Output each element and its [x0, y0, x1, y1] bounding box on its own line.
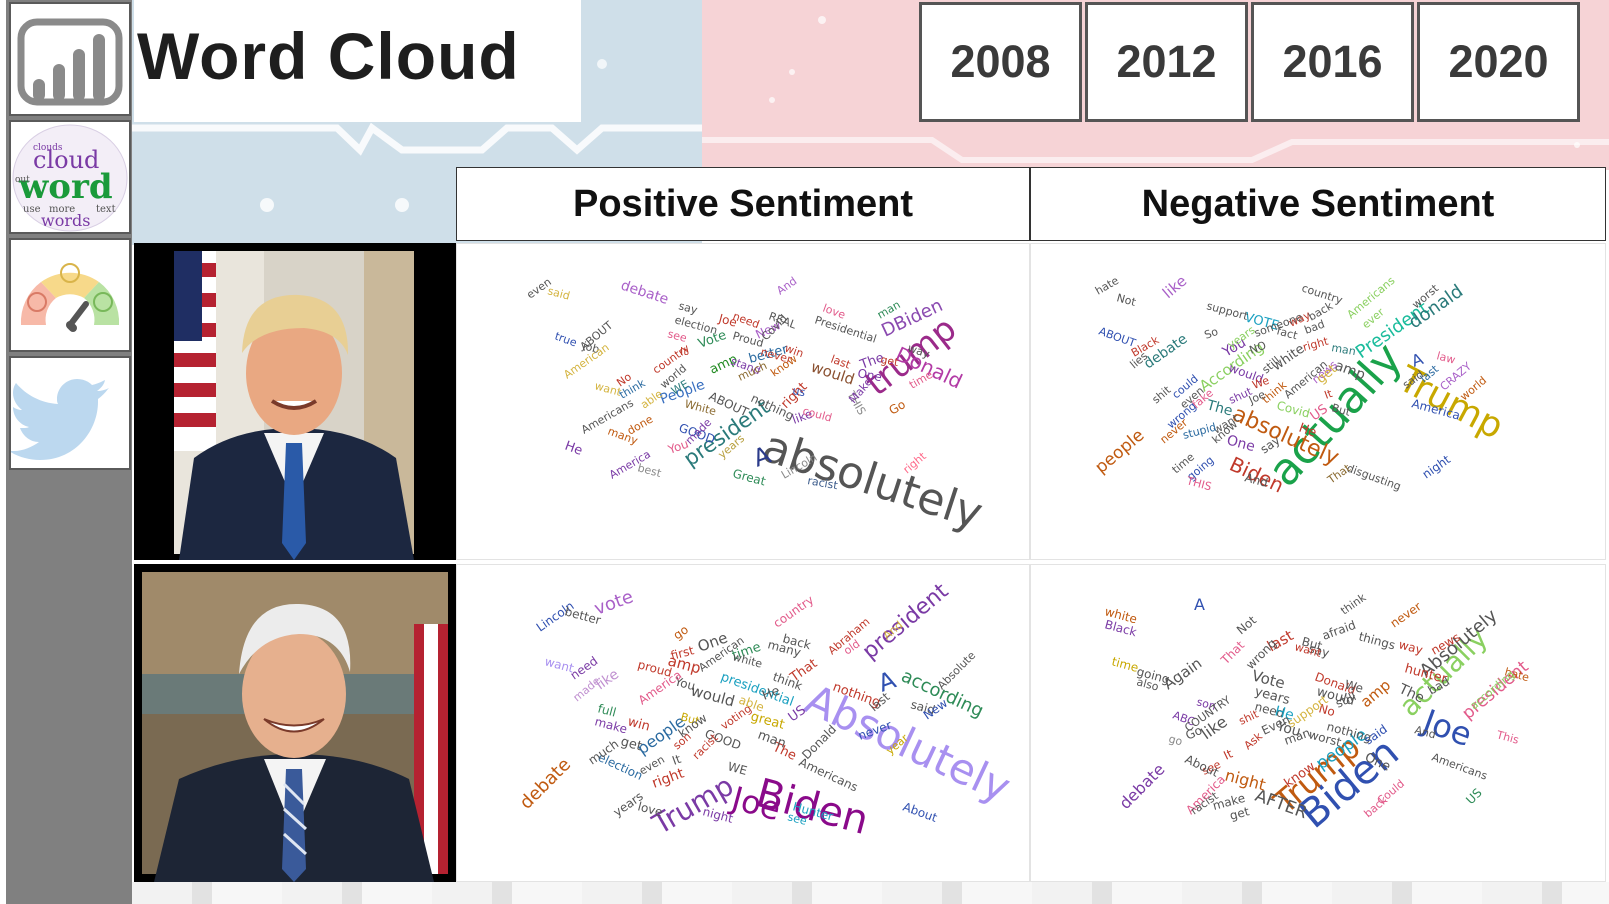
- word-cloud-word: And: [774, 274, 799, 297]
- sentiment-gauge-icon: [20, 263, 120, 332]
- word-cloud-icon-text: word: [18, 167, 113, 207]
- word-cloud-word: debate: [516, 754, 575, 813]
- word-cloud-word: win: [626, 714, 652, 734]
- word-cloud-button[interactable]: clouds cloud word use more text words ou…: [9, 120, 131, 234]
- word-cloud-word: need: [731, 310, 761, 332]
- word-cloud-word: Not: [1115, 291, 1138, 309]
- word-cloud-word: shit: [1150, 383, 1174, 406]
- word-cloud-word: debate: [1115, 760, 1168, 813]
- word-cloud-word: debate: [619, 278, 671, 308]
- word-cloud-row2-positive: Absolutely Biden Joe Trump president Aaccordi…: [456, 564, 1030, 882]
- footer-strip: [132, 882, 1609, 904]
- year-button-2016[interactable]: 2016: [1251, 2, 1414, 122]
- word-cloud-word: go: [671, 622, 691, 642]
- word-cloud-word: Americans: [1430, 751, 1489, 783]
- word-cloud-word: done: [625, 412, 655, 437]
- sentiment-gauge-button[interactable]: [9, 238, 131, 352]
- year-button-2008[interactable]: 2008: [919, 2, 1082, 122]
- candidate-portrait-biden: [142, 572, 448, 882]
- word-cloud-word: This: [1494, 728, 1520, 747]
- word-cloud-word: THIS: [1184, 474, 1213, 493]
- word-cloud-word: night: [1420, 452, 1454, 481]
- word-cloud-word: us: [791, 384, 806, 399]
- word-cloud-word: absolutely: [757, 421, 989, 540]
- twitter-button[interactable]: [9, 356, 131, 470]
- word-cloud-word: So: [1203, 325, 1221, 342]
- word-cloud-word: Absolute: [935, 649, 978, 692]
- word-cloud-icon-text: text: [96, 204, 116, 215]
- word-cloud-word: things: [1357, 629, 1396, 652]
- word-cloud-word: according: [898, 665, 987, 721]
- bar-chart-icon: [17, 18, 123, 106]
- word-cloud-word: best: [636, 461, 663, 480]
- year-button-2012[interactable]: 2012: [1085, 2, 1248, 122]
- report-logo-button[interactable]: [9, 2, 131, 116]
- word-cloud-word: A: [1194, 595, 1205, 614]
- word-cloud-row1-negative: actually Trump absolutely Biden President don…: [1030, 243, 1606, 560]
- word-cloud-word: never: [1388, 599, 1424, 630]
- candidate-photo-row2: [134, 564, 456, 882]
- twitter-bird-icon: [11, 379, 109, 460]
- candidate-portrait-trump: [174, 251, 414, 560]
- positive-sentiment-header: Positive Sentiment: [456, 167, 1030, 241]
- word-cloud-word: It: [670, 752, 683, 768]
- year-button-2020[interactable]: 2020: [1417, 2, 1580, 122]
- word-cloud-word: He: [563, 439, 585, 459]
- word-cloud-word: man: [756, 728, 788, 752]
- word-cloud-word: go: [1167, 732, 1184, 748]
- word-cloud-word: It: [1221, 746, 1235, 762]
- word-cloud-word: Presidential: [813, 313, 878, 345]
- word-cloud-word: law: [1435, 349, 1457, 366]
- word-cloud-row2-negative: Biden Trump Joe actually Absolutely president…: [1030, 564, 1606, 882]
- word-cloud-word: disgusting: [1345, 462, 1403, 494]
- word-cloud-icon-text: words: [41, 211, 90, 230]
- word-cloud-word: said: [546, 284, 571, 302]
- word-cloud-row1-positive: absolutely trump president Donald DBiden Adeb…: [456, 243, 1030, 560]
- word-cloud-word: people: [1091, 425, 1148, 477]
- word-cloud-word: right: [1301, 334, 1330, 353]
- title-panel: Word Cloud: [134, 0, 581, 122]
- word-cloud-word: ABOUT: [1097, 325, 1138, 350]
- word-cloud-word: Covid: [1275, 398, 1311, 420]
- word-cloud-canvas: actuallyTrumpabsolutelyBidenPresidentdon…: [1091, 272, 1510, 498]
- word-cloud-icon: clouds cloud word use more text words ou…: [12, 124, 128, 232]
- word-cloud-word: like: [1159, 272, 1190, 302]
- word-cloud-word: Go: [887, 397, 908, 417]
- word-cloud-canvas: AbsolutelyBidenJoeTrumppresidentAaccordi…: [516, 579, 1018, 845]
- word-cloud-word: man: [1330, 341, 1356, 358]
- word-cloud-word: Ask: [1242, 729, 1266, 752]
- negative-sentiment-header: Negative Sentiment: [1030, 167, 1606, 241]
- word-cloud-word: love: [636, 799, 664, 819]
- word-cloud-word: afraid: [1320, 618, 1358, 643]
- page-title: Word Cloud: [137, 19, 520, 93]
- word-cloud-word: WE: [726, 759, 748, 778]
- word-cloud-word: want: [543, 654, 575, 675]
- word-cloud-icon-text: use: [23, 204, 41, 215]
- word-cloud-word: country: [771, 593, 817, 631]
- word-cloud-canvas: BidenTrump JoeactuallyAbsolutelypresident…: [1103, 591, 1533, 838]
- word-cloud-canvas: absolutelytrumppresidentDonaldDBidenAdeb…: [524, 274, 989, 540]
- word-cloud-word: US: [1463, 786, 1485, 808]
- word-cloud-word: time: [1110, 654, 1140, 675]
- word-cloud-word: way: [1397, 637, 1424, 657]
- word-cloud-word: think: [1338, 591, 1369, 618]
- word-cloud-word: Not: [1234, 613, 1259, 637]
- word-cloud-word: About: [901, 800, 939, 825]
- word-cloud-icon-text: out: [15, 175, 30, 185]
- word-cloud-word: That: [1218, 638, 1248, 668]
- word-cloud-word: true: [553, 330, 579, 350]
- word-cloud-word: night: [1223, 766, 1268, 795]
- word-cloud-word: president: [858, 579, 954, 665]
- candidate-photo-row1: [134, 243, 456, 560]
- word-cloud-word: support: [1205, 299, 1250, 323]
